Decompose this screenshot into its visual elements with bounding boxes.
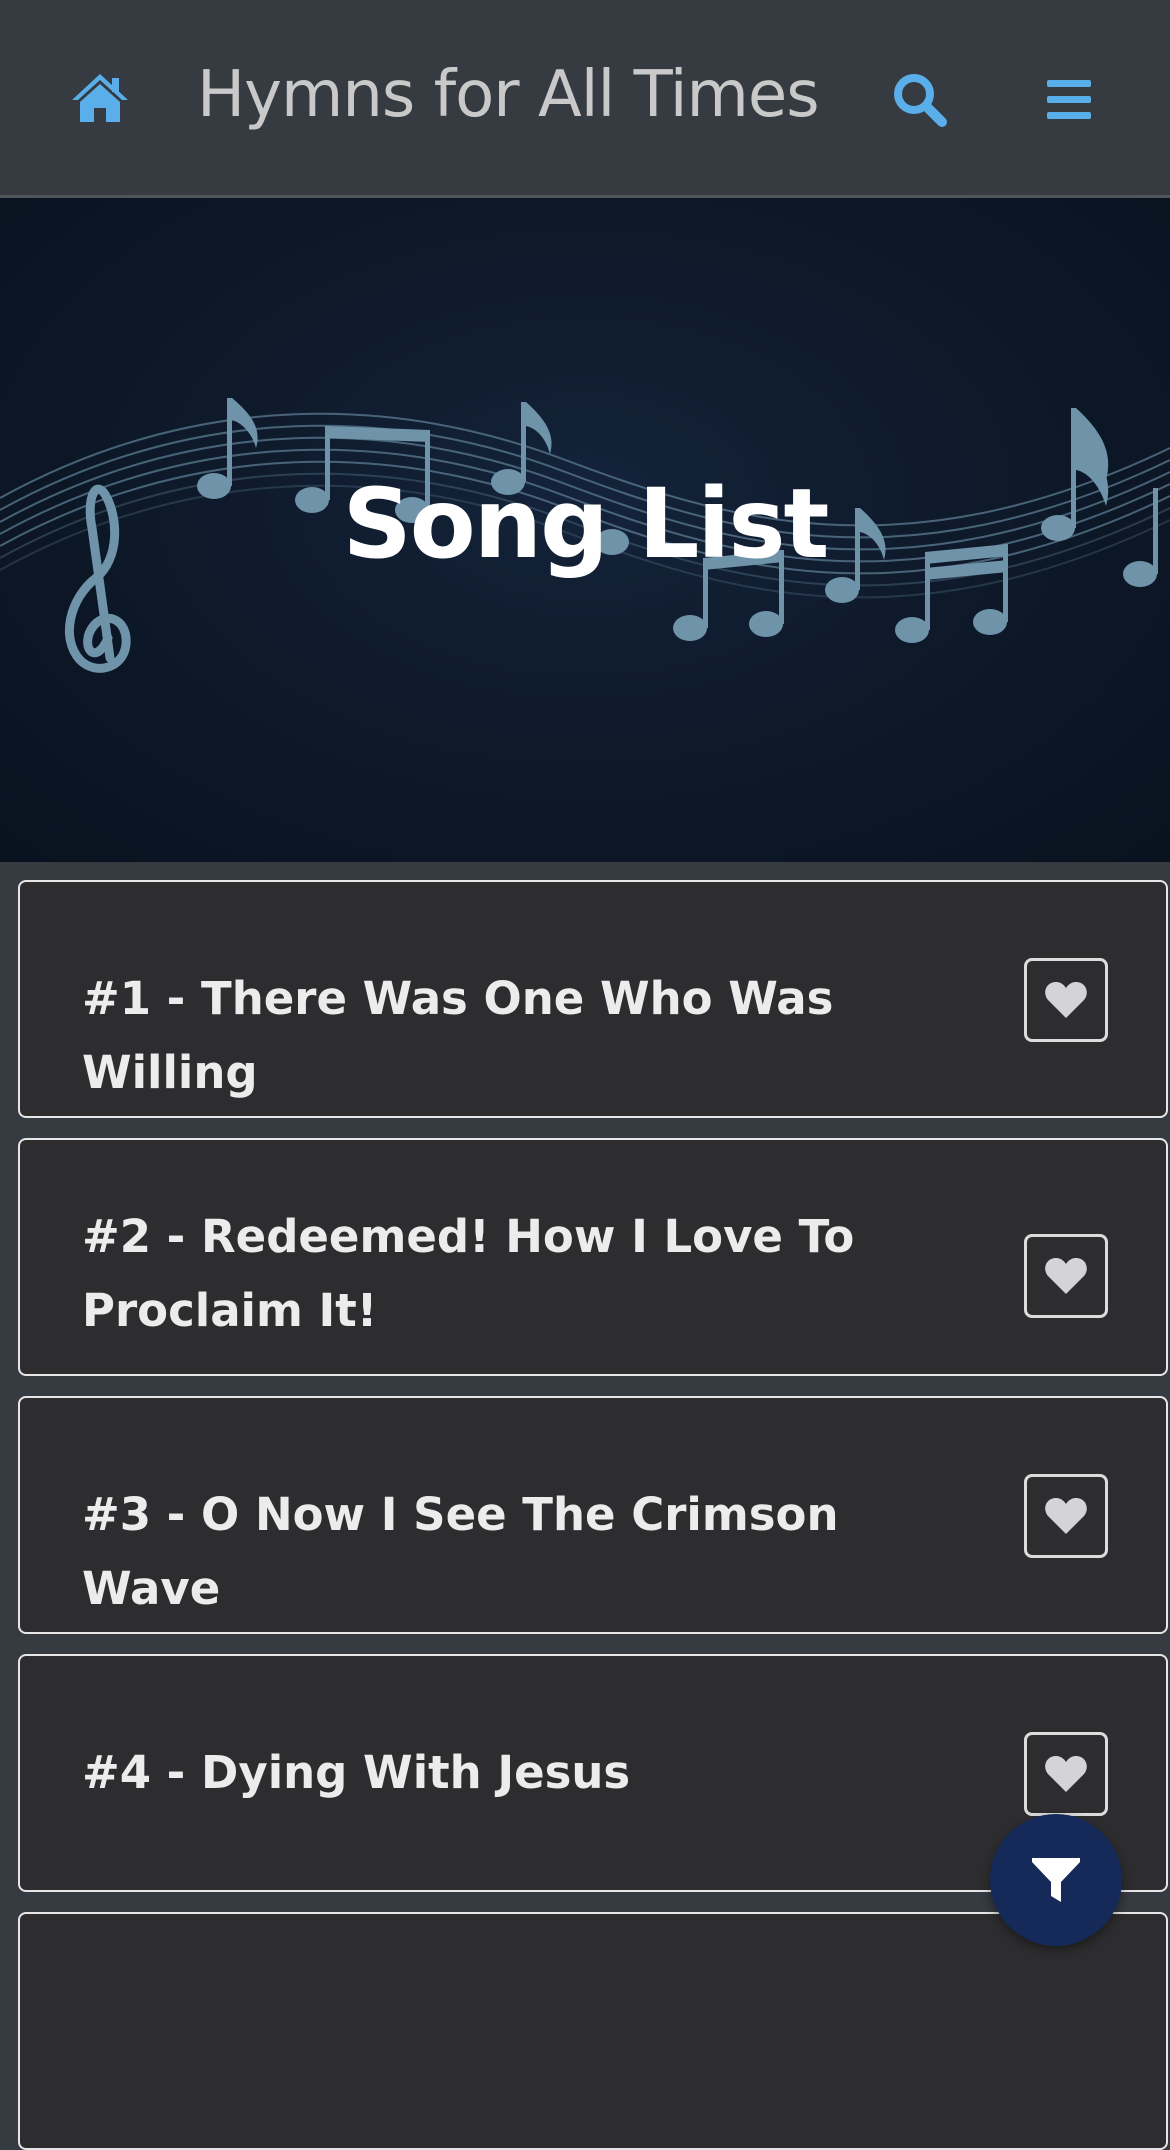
song-list: #1 - There Was One Who Was Willing #2 - … <box>0 862 1170 2150</box>
heart-icon <box>1045 1258 1087 1294</box>
song-list-item[interactable]: #3 - O Now I See The Crimson Wave <box>18 1396 1168 1634</box>
heart-icon <box>1045 1498 1087 1534</box>
app-header: Hymns for All Times <box>0 0 1170 198</box>
hero-banner: Song List <box>0 198 1170 862</box>
favorite-button[interactable] <box>1024 1474 1108 1558</box>
favorite-button[interactable] <box>1024 958 1108 1042</box>
app-title: Hymns for All Times <box>197 58 820 132</box>
song-title: #1 - There Was One Who Was Willing <box>82 972 834 1099</box>
song-title: #4 - Dying With Jesus <box>82 1746 631 1799</box>
menu-button[interactable] <box>1045 76 1095 124</box>
page-title: Song List <box>342 468 830 580</box>
favorite-button[interactable] <box>1024 1732 1108 1816</box>
filter-button[interactable] <box>990 1814 1122 1946</box>
song-title: #2 - Redeemed! How I Love To Proclaim It… <box>82 1210 855 1337</box>
hamburger-menu-icon <box>1047 80 1091 119</box>
filter-icon <box>1032 1858 1080 1902</box>
search-button[interactable] <box>890 70 950 130</box>
favorite-button[interactable] <box>1024 1234 1108 1318</box>
home-button[interactable] <box>70 72 130 124</box>
home-icon <box>72 74 128 122</box>
song-list-item[interactable] <box>18 1912 1168 2150</box>
heart-icon <box>1045 1756 1087 1792</box>
song-list-item[interactable]: #1 - There Was One Who Was Willing <box>18 880 1168 1118</box>
heart-icon <box>1045 982 1087 1018</box>
song-title: #3 - O Now I See The Crimson Wave <box>82 1488 839 1615</box>
search-icon <box>894 74 947 127</box>
song-list-item[interactable]: #2 - Redeemed! How I Love To Proclaim It… <box>18 1138 1168 1376</box>
